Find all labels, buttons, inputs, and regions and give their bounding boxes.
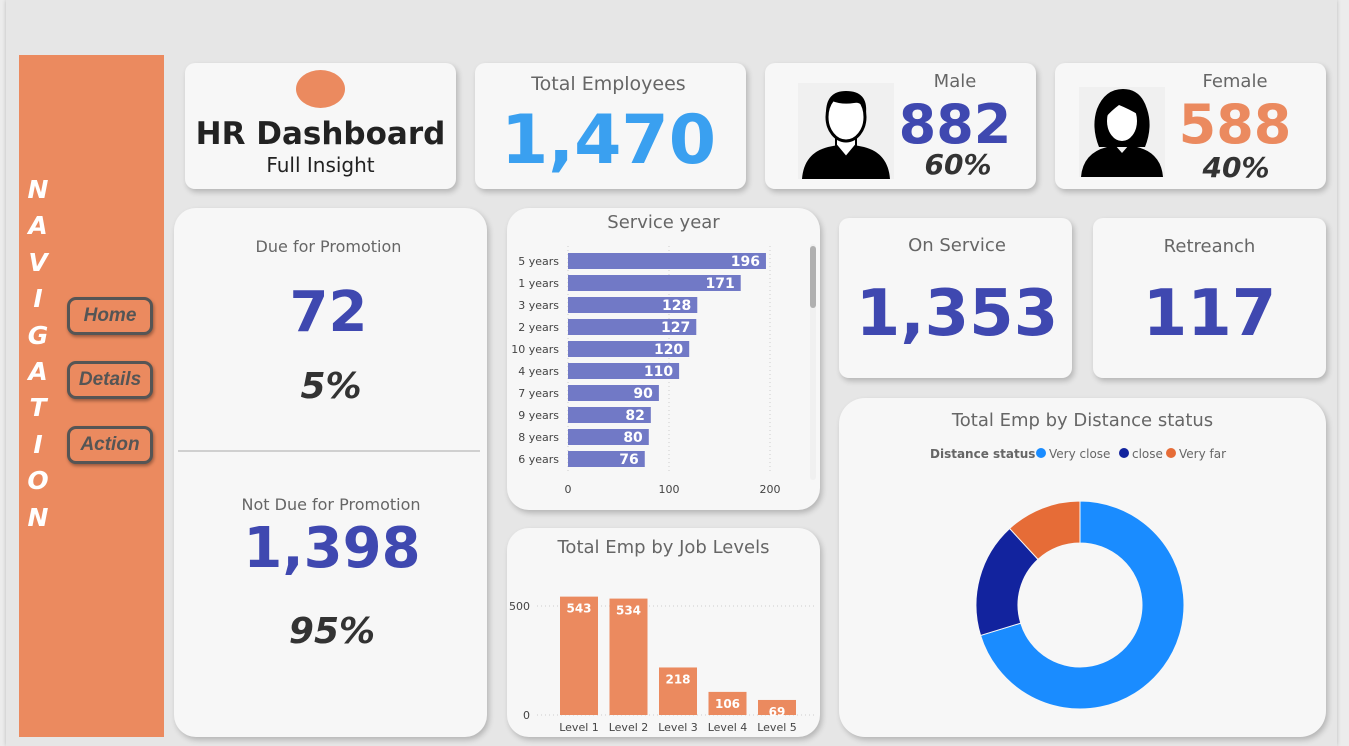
category-label: Level 1 (559, 721, 599, 734)
service-year-card: Service year 5 years 196 1 years 171 3 years… (507, 208, 820, 510)
legend-marker (1166, 448, 1176, 458)
nav-letter: T (29, 393, 47, 423)
category-label: Level 3 (658, 721, 698, 734)
nav-letter: A (28, 211, 48, 241)
logo-circle (296, 70, 345, 108)
nav-letter: I (33, 284, 43, 314)
data-label: 106 (715, 697, 740, 711)
data-label: 534 (616, 604, 641, 618)
data-label: 543 (566, 602, 591, 616)
female-value: 588 (1178, 93, 1292, 156)
data-label: 127 (661, 320, 690, 336)
nav-letter: N (27, 175, 49, 204)
tick-label: 500 (509, 600, 530, 613)
distance-status-card: Total Emp by Distance status Distance st… (839, 398, 1326, 737)
not-due-for-promotion-value: 1,398 (243, 516, 421, 581)
data-label: 76 (619, 452, 638, 468)
category-label: 8 years (518, 431, 559, 444)
on-service-value: 1,353 (855, 277, 1059, 351)
legend-item[interactable]: Very close (1049, 447, 1110, 461)
navigation-title: N A V I G A T I O N (26, 172, 50, 536)
female-percent: 40% (1202, 151, 1270, 184)
category-label: 4 years (518, 365, 559, 378)
category-label: Level 5 (757, 721, 797, 734)
on-service-label: On Service (908, 235, 1006, 256)
male-card: Male 882 60% (765, 63, 1036, 189)
category-label: 1 years (518, 277, 559, 290)
male-avatar-icon (798, 83, 894, 179)
promotion-card: Due for Promotion 72 5% Not Due for Prom… (174, 208, 487, 737)
total-employees-card: Total Employees 1,470 (475, 63, 746, 189)
category-label: 9 years (518, 409, 559, 422)
legend-item[interactable]: Very far (1179, 447, 1226, 461)
data-label: 80 (623, 430, 643, 446)
legend-item[interactable]: close (1132, 447, 1163, 461)
data-label: 120 (654, 342, 683, 358)
category-label: Level 2 (609, 721, 649, 734)
job-levels-card: Total Emp by Job Levels 0 500 543 Level 1 53… (507, 528, 820, 737)
category-label: 2 years (518, 321, 559, 334)
category-label: 7 years (518, 387, 559, 400)
home-button[interactable]: Home (67, 297, 153, 335)
data-label: 82 (625, 408, 644, 424)
data-label: 69 (769, 705, 786, 719)
tick-label: 0 (523, 709, 530, 722)
job-levels-chart: 0 500 543 Level 1 534 Level 2 218 Level 3 106 Lev… (509, 596, 817, 734)
legend-marker (1119, 448, 1129, 458)
nav-letter: V (28, 247, 48, 277)
total-employees-value: 1,470 (500, 101, 717, 180)
retrench-value: 117 (1142, 277, 1277, 351)
data-label: 90 (633, 386, 653, 402)
due-for-promotion-label: Due for Promotion (255, 237, 402, 256)
data-label: 110 (644, 364, 673, 380)
category-label: 10 years (511, 343, 559, 356)
data-label: 218 (665, 672, 690, 686)
category-label: 6 years (518, 453, 559, 466)
nav-letter: N (27, 502, 49, 532)
data-label: 196 (731, 254, 760, 270)
data-label: 128 (662, 298, 691, 314)
female-avatar-icon (1079, 87, 1165, 177)
not-due-for-promotion-percent: 95% (288, 611, 376, 652)
data-label: 171 (705, 276, 734, 292)
female-card: Female 588 40% (1055, 63, 1326, 189)
service-year-scroll-thumb[interactable] (810, 246, 816, 308)
details-button[interactable]: Details (67, 361, 153, 399)
category-label: Level 4 (708, 721, 748, 734)
title-card: HR Dashboard Full Insight (185, 63, 456, 189)
tick-label: 0 (565, 483, 572, 496)
promotion-divider (178, 450, 480, 452)
legend-marker (1036, 448, 1046, 458)
nav-letter: G (27, 320, 49, 350)
tick-label: 200 (760, 483, 781, 496)
male-label: Male (933, 71, 977, 92)
dashboard-subtitle: Full Insight (266, 153, 375, 177)
tick-label: 100 (659, 483, 680, 496)
service-year-chart: 5 years 196 1 years 171 3 years 128 2 years 127… (511, 246, 781, 496)
due-for-promotion-value: 72 (289, 280, 368, 345)
retrench-label: Retreanch (1163, 236, 1256, 257)
dashboard-title: HR Dashboard (195, 116, 446, 152)
nav-letter: O (27, 466, 49, 496)
female-label: Female (1202, 71, 1268, 92)
category-label: 3 years (518, 299, 559, 312)
distance-status-chart: Distance status Very close close Very far (930, 447, 1226, 710)
service-year-scrollbar[interactable] (810, 244, 816, 480)
due-for-promotion-percent: 5% (300, 366, 362, 407)
nav-letter: A (28, 357, 48, 387)
category-label: 5 years (518, 255, 559, 268)
total-employees-label: Total Employees (531, 73, 686, 95)
male-percent: 60% (924, 148, 992, 181)
legend-title: Distance status (930, 447, 1035, 461)
action-button[interactable]: Action (67, 426, 153, 464)
not-due-for-promotion-label: Not Due for Promotion (241, 495, 421, 514)
on-service-card: On Service 1,353 (839, 218, 1072, 378)
nav-letter: I (33, 429, 43, 459)
retrench-card: Retreanch 117 (1093, 218, 1326, 378)
